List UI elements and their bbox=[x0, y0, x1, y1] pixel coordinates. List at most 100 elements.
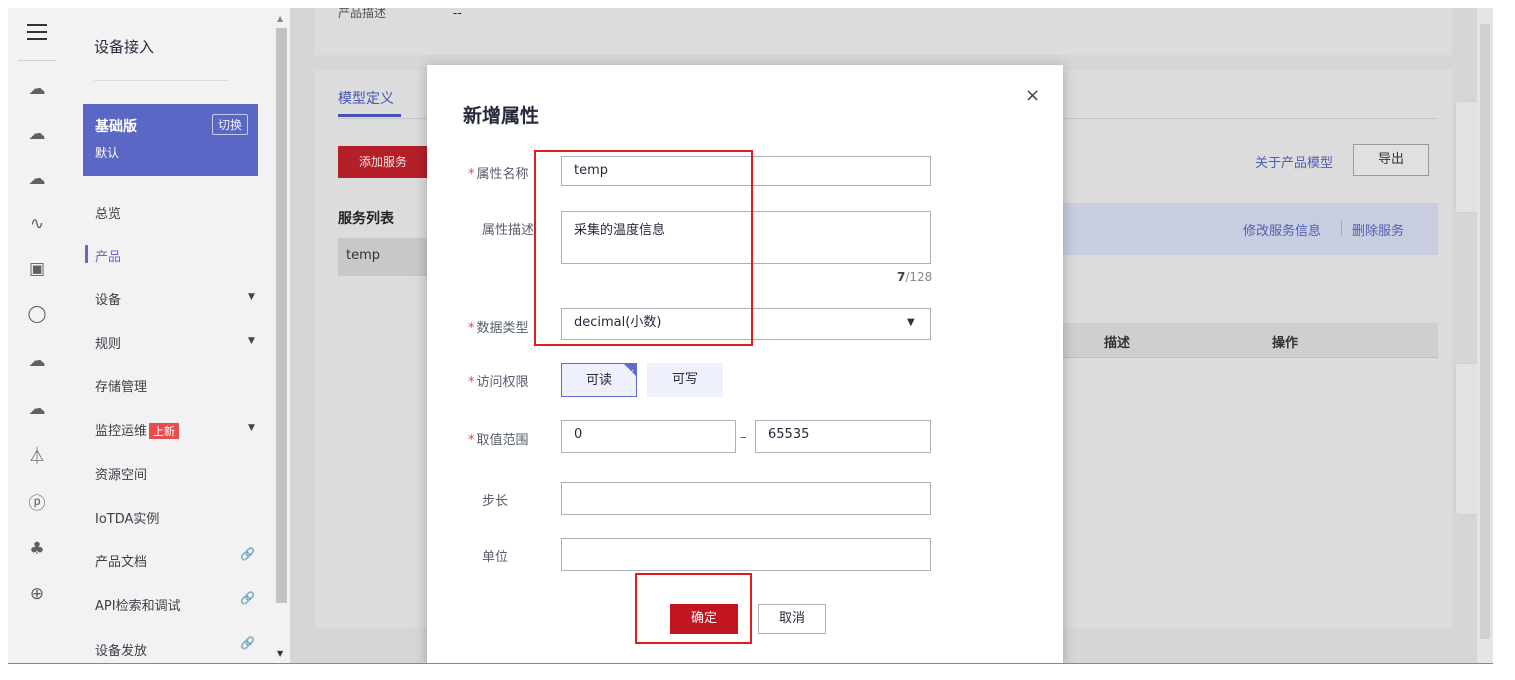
service-list-title: 服务列表 bbox=[338, 211, 394, 227]
group-icon[interactable]: ♣ bbox=[26, 538, 48, 560]
link-divider bbox=[1341, 220, 1342, 236]
product-desc-value: -- bbox=[453, 8, 462, 20]
required-mark: * bbox=[468, 433, 475, 448]
desc-char-counter: 7/128 bbox=[897, 270, 932, 284]
sidebar-item-monitoring[interactable]: 监控运维 上新 bbox=[95, 420, 180, 439]
sidebar-item-storage[interactable]: 存储管理 bbox=[95, 376, 147, 395]
page-scrollbar[interactable] bbox=[1477, 8, 1493, 663]
about-product-model-link[interactable]: 关于产品模型 bbox=[1255, 152, 1333, 171]
cloud-dots-icon[interactable]: ☁ bbox=[26, 123, 48, 145]
product-desc-label: 产品描述 bbox=[338, 8, 387, 20]
cloud-upload-icon[interactable]: ☁ bbox=[26, 350, 48, 372]
side-divider bbox=[94, 80, 228, 81]
step-label: 步长 bbox=[482, 494, 509, 509]
edition-name: 基础版 bbox=[95, 119, 137, 135]
step-input[interactable] bbox=[561, 482, 931, 515]
tab-active-indicator bbox=[338, 114, 401, 117]
data-type-label-text: 数据类型 bbox=[476, 321, 529, 336]
service-title: 设备接入 bbox=[94, 38, 155, 56]
ip-icon[interactable]: ⓟ bbox=[26, 493, 48, 515]
link-icon: 🔗 bbox=[240, 547, 255, 561]
access-label-text: 访问权限 bbox=[476, 375, 529, 390]
cancel-button[interactable]: 取消 bbox=[758, 604, 826, 634]
sidebar-item-device[interactable]: 设备 bbox=[95, 289, 121, 308]
delete-service-link[interactable]: 删除服务 bbox=[1352, 220, 1404, 239]
range-max-input[interactable]: 65535 bbox=[755, 420, 931, 453]
dialog-title: 新增属性 bbox=[463, 105, 540, 127]
data-type-select[interactable]: decimal(小数) bbox=[561, 308, 931, 340]
add-service-button[interactable]: 添加服务 bbox=[338, 146, 428, 178]
link-icon: 🔗 bbox=[240, 591, 255, 605]
unit-label: 单位 bbox=[482, 550, 509, 565]
scrollbar-thumb[interactable] bbox=[276, 28, 287, 603]
tab-model-definition[interactable]: 模型定义 bbox=[338, 88, 394, 108]
access-write-toggle[interactable]: 可写 bbox=[647, 363, 723, 397]
globe-icon[interactable]: ⊕ bbox=[26, 583, 48, 605]
range-label-text: 取值范围 bbox=[476, 433, 529, 448]
access-label: * 访问权限 bbox=[468, 371, 529, 390]
confirm-button[interactable]: 确定 bbox=[670, 604, 738, 634]
side-scrollbar[interactable]: ▲ ▼ bbox=[273, 8, 290, 663]
required-mark: * bbox=[468, 321, 475, 336]
sidebar-item-resource-space[interactable]: 资源空间 bbox=[95, 464, 147, 483]
sidebar-item-product[interactable]: 产品 bbox=[95, 246, 121, 265]
edition-desc: 默认 bbox=[95, 146, 120, 160]
sidebar-item-label: 监控运维 bbox=[95, 424, 148, 439]
close-icon[interactable]: × bbox=[1025, 85, 1040, 106]
scroll-up-icon[interactable]: ▲ bbox=[277, 14, 283, 23]
property-desc-textarea[interactable]: 采集的温度信息 bbox=[561, 211, 931, 264]
icon-rail: ☁ ☁ ☁ ∿ ▣ ◯ ☁ ☁ ⏃ ⓟ ♣ ⊕ bbox=[8, 8, 69, 663]
sidebar-item-iotda-instance[interactable]: IoTDA实例 bbox=[95, 508, 159, 527]
sidebar-item-device-provisioning[interactable]: 设备发放 bbox=[95, 640, 147, 659]
side-menu: 设备接入 基础版 默认 切换 总览 产品 设备 ▼ 规则 ▼ 存储管理 监控运维… bbox=[68, 8, 273, 663]
link-icon: 🔗 bbox=[240, 636, 255, 650]
product-info-card: 产品描述 -- bbox=[315, 8, 1452, 55]
service-list-item[interactable]: temp bbox=[338, 238, 428, 276]
chevron-down-icon: ▼ bbox=[248, 423, 255, 433]
property-table-header: 描述 操作 bbox=[1062, 323, 1438, 358]
chevron-down-icon: ▼ bbox=[907, 317, 915, 328]
property-name-label: * 属性名称 bbox=[468, 163, 529, 182]
property-name-label-text: 属性名称 bbox=[476, 167, 529, 182]
edit-service-link[interactable]: 修改服务信息 bbox=[1243, 220, 1321, 239]
cloud-link-icon[interactable]: ☁ bbox=[26, 398, 48, 420]
signal-icon[interactable]: ∿ bbox=[26, 213, 48, 235]
column-header-ops: 操作 bbox=[1272, 336, 1299, 351]
unit-input[interactable] bbox=[561, 538, 931, 571]
add-property-dialog: 新增属性 × * 属性名称 temp 属性描述 采集的温度信息 7/128 * 数据… bbox=[427, 65, 1063, 663]
cloud-server-icon[interactable]: ☁ bbox=[26, 168, 48, 190]
network-icon[interactable]: ⏃ bbox=[26, 446, 48, 468]
range-label: * 取值范围 bbox=[468, 429, 529, 448]
storage-icon[interactable]: ▣ bbox=[26, 258, 48, 280]
sidebar-item-overview[interactable]: 总览 bbox=[95, 203, 121, 222]
required-mark: * bbox=[468, 375, 475, 390]
desc-char-max: /128 bbox=[905, 270, 933, 284]
hamburger-icon[interactable] bbox=[27, 24, 47, 40]
chevron-down-icon: ▼ bbox=[248, 336, 255, 346]
cloud-device-icon[interactable]: ☁ bbox=[26, 78, 48, 100]
check-icon: ✓ bbox=[628, 368, 635, 377]
app-window: ☁ ☁ ☁ ∿ ▣ ◯ ☁ ☁ ⏃ ⓟ ♣ ⊕ 设备接入 基础版 默认 切换 总… bbox=[8, 8, 1493, 664]
chevron-down-icon: ▼ bbox=[248, 292, 255, 302]
active-indicator bbox=[85, 245, 88, 263]
service-item-label: temp bbox=[346, 248, 381, 263]
column-header-desc: 描述 bbox=[1104, 336, 1131, 351]
data-type-label: * 数据类型 bbox=[468, 317, 529, 336]
access-read-toggle[interactable]: 可读 ✓ bbox=[561, 363, 637, 397]
range-separator: – bbox=[740, 430, 747, 445]
scroll-down-icon[interactable]: ▼ bbox=[277, 649, 283, 658]
export-button[interactable]: 导出 bbox=[1353, 144, 1429, 176]
required-mark: * bbox=[468, 167, 475, 182]
edition-card: 基础版 默认 切换 bbox=[83, 104, 258, 176]
property-name-input[interactable]: temp bbox=[561, 156, 931, 186]
property-desc-label: 属性描述 bbox=[482, 223, 535, 238]
sidebar-item-api-explorer[interactable]: API检索和调试 bbox=[95, 595, 181, 614]
sidebar-item-product-docs[interactable]: 产品文档 bbox=[95, 551, 147, 570]
range-min-input[interactable]: 0 bbox=[561, 420, 736, 453]
page-scrollbar-thumb[interactable] bbox=[1480, 24, 1490, 639]
cloud-outline-icon[interactable]: ◯ bbox=[26, 303, 48, 325]
access-read-label: 可读 bbox=[585, 373, 612, 388]
rail-divider bbox=[18, 60, 56, 61]
sidebar-item-rules[interactable]: 规则 bbox=[95, 333, 121, 352]
switch-edition-button[interactable]: 切换 bbox=[211, 114, 248, 135]
